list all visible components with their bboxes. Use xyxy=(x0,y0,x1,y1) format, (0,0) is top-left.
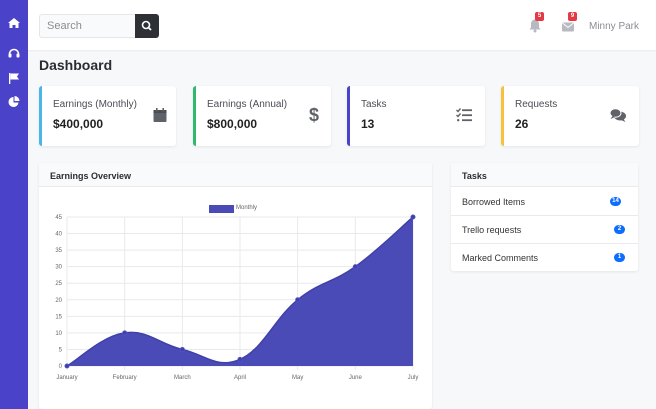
card-earnings-monthly: Earnings (Monthly) $400,000 xyxy=(39,86,176,146)
sidebar-item-support[interactable] xyxy=(7,46,21,60)
legend-swatch-monthly xyxy=(209,205,234,213)
sidebar-item-reports[interactable] xyxy=(7,95,21,109)
search-input[interactable] xyxy=(39,14,135,38)
home-icon xyxy=(8,18,20,28)
page-title: Dashboard xyxy=(39,57,113,73)
topbar: 5 9 Minny Park xyxy=(28,0,656,50)
task-count-badge: 14 xyxy=(610,197,621,206)
earnings-overview-panel: Earnings Overview xyxy=(39,163,432,409)
task-item-borrowed[interactable]: Borrowed Items 14 xyxy=(451,188,638,216)
search-icon xyxy=(141,20,152,31)
card-requests: Requests 26 xyxy=(501,86,639,146)
checklist-icon xyxy=(456,108,472,122)
panel-title: Earnings Overview xyxy=(50,171,132,181)
sidebar-item-flag[interactable] xyxy=(7,71,21,85)
sidebar xyxy=(0,0,28,409)
task-label: Marked Comments xyxy=(462,253,539,263)
card-tasks: Tasks 13 xyxy=(347,86,485,146)
card-value: 26 xyxy=(515,117,529,131)
svg-text:$: $ xyxy=(309,106,319,124)
headset-icon xyxy=(8,48,20,58)
flag-icon xyxy=(9,73,19,84)
card-label: Earnings (Monthly) xyxy=(53,99,137,110)
comments-icon xyxy=(609,108,626,122)
task-label: Borrowed Items xyxy=(462,197,526,207)
card-earnings-annual: Earnings (Annual) $800,000 $ xyxy=(193,86,331,146)
task-item-marked-comments[interactable]: Marked Comments 1 xyxy=(451,244,638,272)
envelope-icon xyxy=(562,22,574,32)
card-value: $800,000 xyxy=(207,117,258,131)
task-count-badge: 2 xyxy=(614,225,625,234)
legend-label-monthly: Monthly xyxy=(236,205,258,211)
user-name[interactable]: Minny Park xyxy=(589,21,639,32)
card-value: 13 xyxy=(361,117,375,131)
pie-chart-icon xyxy=(8,96,20,107)
dollar-icon: $ xyxy=(309,106,319,124)
task-item-trello[interactable]: Trello requests 2 xyxy=(451,216,638,244)
card-label: Earnings (Annual) xyxy=(207,99,288,110)
messages-count-badge: 9 xyxy=(568,12,577,21)
task-count-badge: 1 xyxy=(614,253,625,262)
task-label: Trello requests xyxy=(462,225,522,235)
sidebar-item-home[interactable] xyxy=(7,16,21,30)
messages-button[interactable]: 9 xyxy=(560,12,582,35)
alerts-button[interactable]: 5 xyxy=(527,12,549,35)
panel-title: Tasks xyxy=(462,171,487,181)
tasks-panel: Tasks Borrowed Items 14 Trello requests … xyxy=(451,163,638,271)
search-button[interactable] xyxy=(135,14,159,38)
panel-header: Earnings Overview xyxy=(39,163,432,187)
panel-header: Tasks xyxy=(451,163,638,187)
card-label: Requests xyxy=(515,99,558,110)
calendar-icon xyxy=(153,108,167,122)
card-label: Tasks xyxy=(361,99,387,110)
alerts-count-badge: 5 xyxy=(535,12,544,21)
card-value: $400,000 xyxy=(53,117,104,131)
